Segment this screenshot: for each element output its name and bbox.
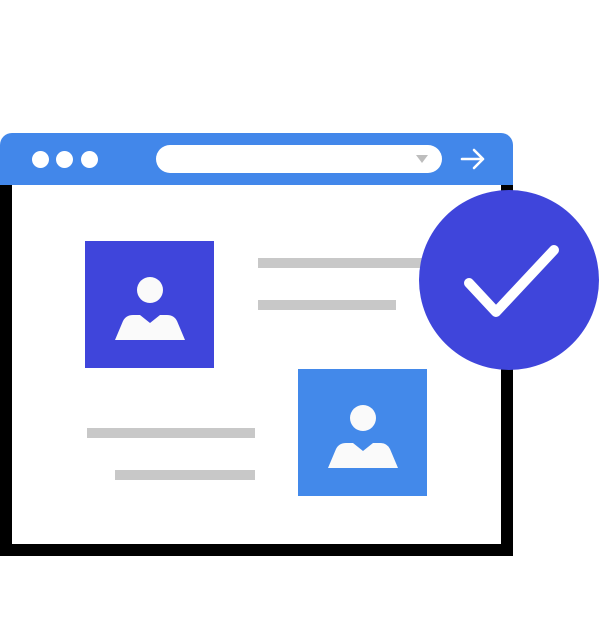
checkmark-icon xyxy=(464,245,559,317)
profile-card[interactable] xyxy=(298,369,427,496)
window-control-dot[interactable] xyxy=(56,151,73,168)
text-placeholder-line xyxy=(115,470,255,480)
browser-titlebar xyxy=(0,133,513,185)
verified-badge xyxy=(419,190,599,370)
window-control-dot[interactable] xyxy=(81,151,98,168)
profile-card[interactable] xyxy=(85,241,214,368)
text-placeholder-line xyxy=(258,258,438,268)
illustration xyxy=(0,0,599,617)
text-placeholder-line xyxy=(258,300,396,310)
arrow-right-icon[interactable] xyxy=(458,147,488,171)
address-bar[interactable] xyxy=(156,145,442,173)
text-placeholder-line xyxy=(87,428,255,438)
user-icon xyxy=(328,405,398,468)
window-control-dot[interactable] xyxy=(32,151,49,168)
user-icon xyxy=(115,277,185,340)
caret-down-icon[interactable] xyxy=(416,155,428,163)
